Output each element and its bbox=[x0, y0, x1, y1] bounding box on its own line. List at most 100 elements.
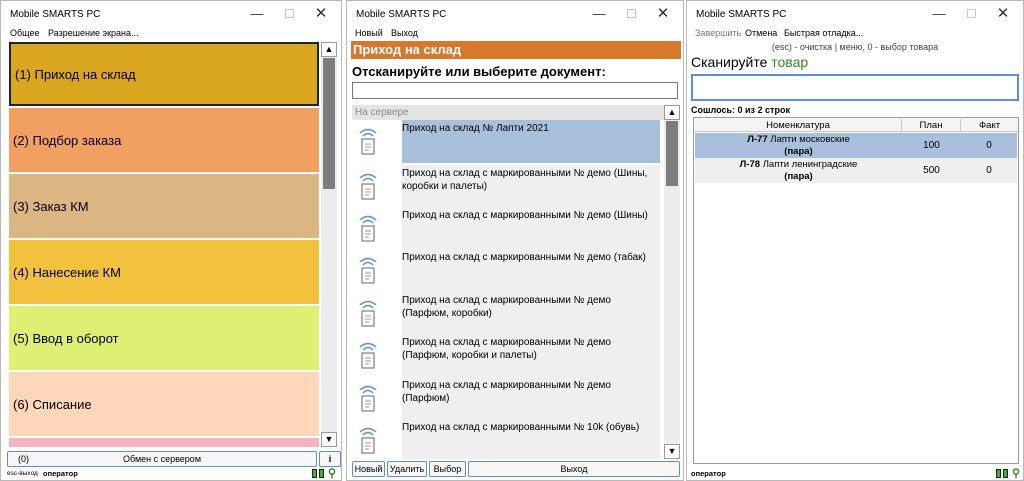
scroll-thumb[interactable] bbox=[323, 58, 335, 189]
exchange-label: Обмен с сервером bbox=[122, 454, 202, 464]
window-title: Mobile SMARTS PC bbox=[356, 9, 447, 20]
column-header-plan[interactable]: План bbox=[902, 119, 961, 132]
cell-nomenclature: Л-78 Лапти ленинградские (пара) bbox=[695, 158, 902, 183]
document-list-item[interactable]: Приход на склад с маркированными № демо … bbox=[402, 334, 660, 377]
maximize-icon[interactable] bbox=[961, 5, 981, 23]
document-scan-icon bbox=[359, 427, 377, 454]
exchange-button[interactable]: (0) Обмен с сервером bbox=[7, 451, 317, 467]
column-header-fact[interactable]: Факт bbox=[961, 119, 1018, 132]
close-icon[interactable]: ✕ bbox=[311, 5, 331, 23]
scroll-up-button[interactable]: ▲ bbox=[664, 105, 680, 120]
minimize-icon[interactable]: — bbox=[589, 5, 609, 23]
scroll-up-button[interactable]: ▲ bbox=[321, 42, 337, 57]
table-row[interactable]: Л-78 Лапти ленинградские (пара) 500 0 bbox=[695, 158, 1017, 183]
status-bar: оператор bbox=[687, 467, 1023, 480]
document-scan-icon bbox=[359, 128, 377, 155]
keyboard-hint: (esc) - очистка | меню, 0 - выбор товара bbox=[771, 42, 939, 52]
document-scan-icon bbox=[359, 300, 377, 327]
document-list: На сервере Приход на склад № Лапти 2021 П… bbox=[352, 105, 664, 459]
group-header-server: На сервере bbox=[352, 105, 664, 120]
title-bar[interactable]: Mobile SMARTS PC — ✕ bbox=[347, 1, 683, 28]
menu-general[interactable]: Общее bbox=[10, 28, 39, 38]
maximize-icon[interactable] bbox=[279, 5, 299, 23]
minimize-icon[interactable]: — bbox=[247, 5, 267, 23]
window-title: Mobile SMARTS PC bbox=[696, 9, 787, 20]
cell-plan: 100 bbox=[923, 140, 940, 151]
close-icon[interactable]: ✕ bbox=[653, 5, 673, 23]
close-icon[interactable]: ✕ bbox=[993, 5, 1013, 23]
match-summary: Сошлось: 0 из 2 строк bbox=[691, 105, 790, 115]
menu-new[interactable]: Новый bbox=[355, 28, 383, 38]
minimize-icon[interactable]: — bbox=[929, 5, 949, 23]
item-unit: (пара) bbox=[784, 171, 813, 182]
scan-prompt-text: Сканируйте bbox=[691, 54, 768, 70]
scroll-down-button[interactable]: ▼ bbox=[664, 444, 680, 459]
battery-icon bbox=[312, 469, 317, 478]
tile-apply-km[interactable]: (4) Нанесение КМ bbox=[9, 240, 319, 304]
column-header-nomenclature[interactable]: Номенклатура bbox=[695, 119, 902, 132]
window-scan-goods: Mobile SMARTS PC — ✕ Завершить Отмена Бы… bbox=[686, 0, 1024, 481]
scan-prompt-highlight: товар bbox=[771, 54, 809, 70]
new-button[interactable]: Новый bbox=[352, 461, 385, 477]
document-list-item[interactable]: Приход на склад с маркированными № демо … bbox=[402, 249, 660, 292]
exit-button[interactable]: Выход bbox=[468, 461, 680, 477]
document-search-input[interactable] bbox=[352, 82, 678, 99]
battery-icon bbox=[996, 469, 1001, 478]
status-user: оператор bbox=[43, 469, 78, 478]
scroll-thumb[interactable] bbox=[666, 121, 678, 186]
title-bar[interactable]: Mobile SMARTS PC — ✕ bbox=[1, 1, 341, 28]
document-scan-icon bbox=[359, 215, 377, 242]
tile-order-km[interactable]: (3) Заказ КМ bbox=[9, 174, 319, 238]
item-unit: (пара) bbox=[784, 146, 813, 157]
tile-write-off[interactable]: (6) Списание bbox=[9, 372, 319, 436]
scrollbar[interactable]: ▲ ▼ bbox=[321, 42, 337, 447]
status-bar: esc-выход оператор bbox=[1, 467, 341, 480]
document-list-item[interactable]: Приход на склад с маркированными № демо … bbox=[402, 165, 660, 208]
battery-icon bbox=[319, 469, 324, 478]
menu-exit[interactable]: Выход bbox=[391, 28, 418, 38]
item-name: Лапти ленинградские bbox=[762, 159, 858, 170]
menu-quick-debug[interactable]: Быстрая отладка... bbox=[784, 28, 863, 38]
info-button[interactable]: i bbox=[319, 451, 341, 467]
connection-icon bbox=[1012, 468, 1020, 479]
item-code: Л-77 bbox=[747, 134, 768, 145]
select-button[interactable]: Выбор bbox=[429, 461, 466, 477]
menu-cancel[interactable]: Отмена bbox=[745, 28, 777, 38]
document-list-item[interactable]: Приход на склад с маркированными № демо … bbox=[402, 292, 660, 335]
delete-button[interactable]: Удалить bbox=[387, 461, 427, 477]
menu-screen-resolution[interactable]: Разрешение экрана... bbox=[48, 28, 139, 38]
operation-header: Приход на склад bbox=[351, 41, 681, 59]
document-scan-icon bbox=[359, 173, 377, 200]
tile-warehouse-receipt[interactable]: (1) Приход на склад bbox=[9, 42, 319, 106]
cell-plan: 500 bbox=[923, 165, 940, 176]
battery-icon bbox=[1003, 469, 1008, 478]
window-title: Mobile SMARTS PC bbox=[10, 9, 101, 20]
document-list-item[interactable]: Приход на склад с маркированными № 10k (… bbox=[402, 419, 660, 459]
document-scan-icon bbox=[359, 342, 377, 369]
scroll-down-button[interactable]: ▼ bbox=[321, 432, 337, 447]
menu-bar: Общее Разрешение экрана... bbox=[1, 28, 341, 41]
table-row[interactable]: Л-77 Лапти московские (пара) 100 0 bbox=[695, 133, 1017, 158]
goods-table: Номенклатура План Факт Л-77 Лапти москов… bbox=[693, 117, 1019, 464]
tile-put-into-circulation[interactable]: (5) Ввод в оборот bbox=[9, 306, 319, 370]
item-name: Лапти московские bbox=[770, 134, 850, 145]
barcode-input[interactable] bbox=[691, 74, 1019, 101]
document-scan-icon bbox=[359, 385, 377, 412]
scan-prompt: Отсканируйте или выберите документ: bbox=[352, 64, 606, 79]
window-document-select: Mobile SMARTS PC — ✕ Новый Выход Приход … bbox=[346, 0, 684, 481]
status-user: оператор bbox=[691, 469, 726, 478]
title-bar[interactable]: Mobile SMARTS PC — ✕ bbox=[687, 1, 1023, 28]
maximize-icon[interactable] bbox=[621, 5, 641, 23]
window-main-menu: Mobile SMARTS PC — ✕ Общее Разрешение эк… bbox=[0, 0, 342, 481]
document-list-item[interactable]: Приход на склад с маркированными № демо … bbox=[402, 207, 660, 250]
cell-fact: 0 bbox=[986, 165, 992, 176]
document-list-item[interactable]: Приход на склад с маркированными № демо … bbox=[402, 377, 660, 420]
scrollbar[interactable]: ▲ ▼ bbox=[664, 105, 680, 459]
menu-bar: Новый Выход bbox=[347, 28, 683, 41]
document-list-item[interactable]: Приход на склад № Лапти 2021 bbox=[402, 120, 660, 163]
menu-finish[interactable]: Завершить bbox=[695, 28, 741, 38]
cell-nomenclature: Л-77 Лапти московские (пара) bbox=[695, 133, 902, 158]
tile-order-picking[interactable]: (2) Подбор заказа bbox=[9, 108, 319, 172]
connection-icon bbox=[328, 468, 336, 479]
tile-next-partial[interactable] bbox=[9, 438, 319, 447]
